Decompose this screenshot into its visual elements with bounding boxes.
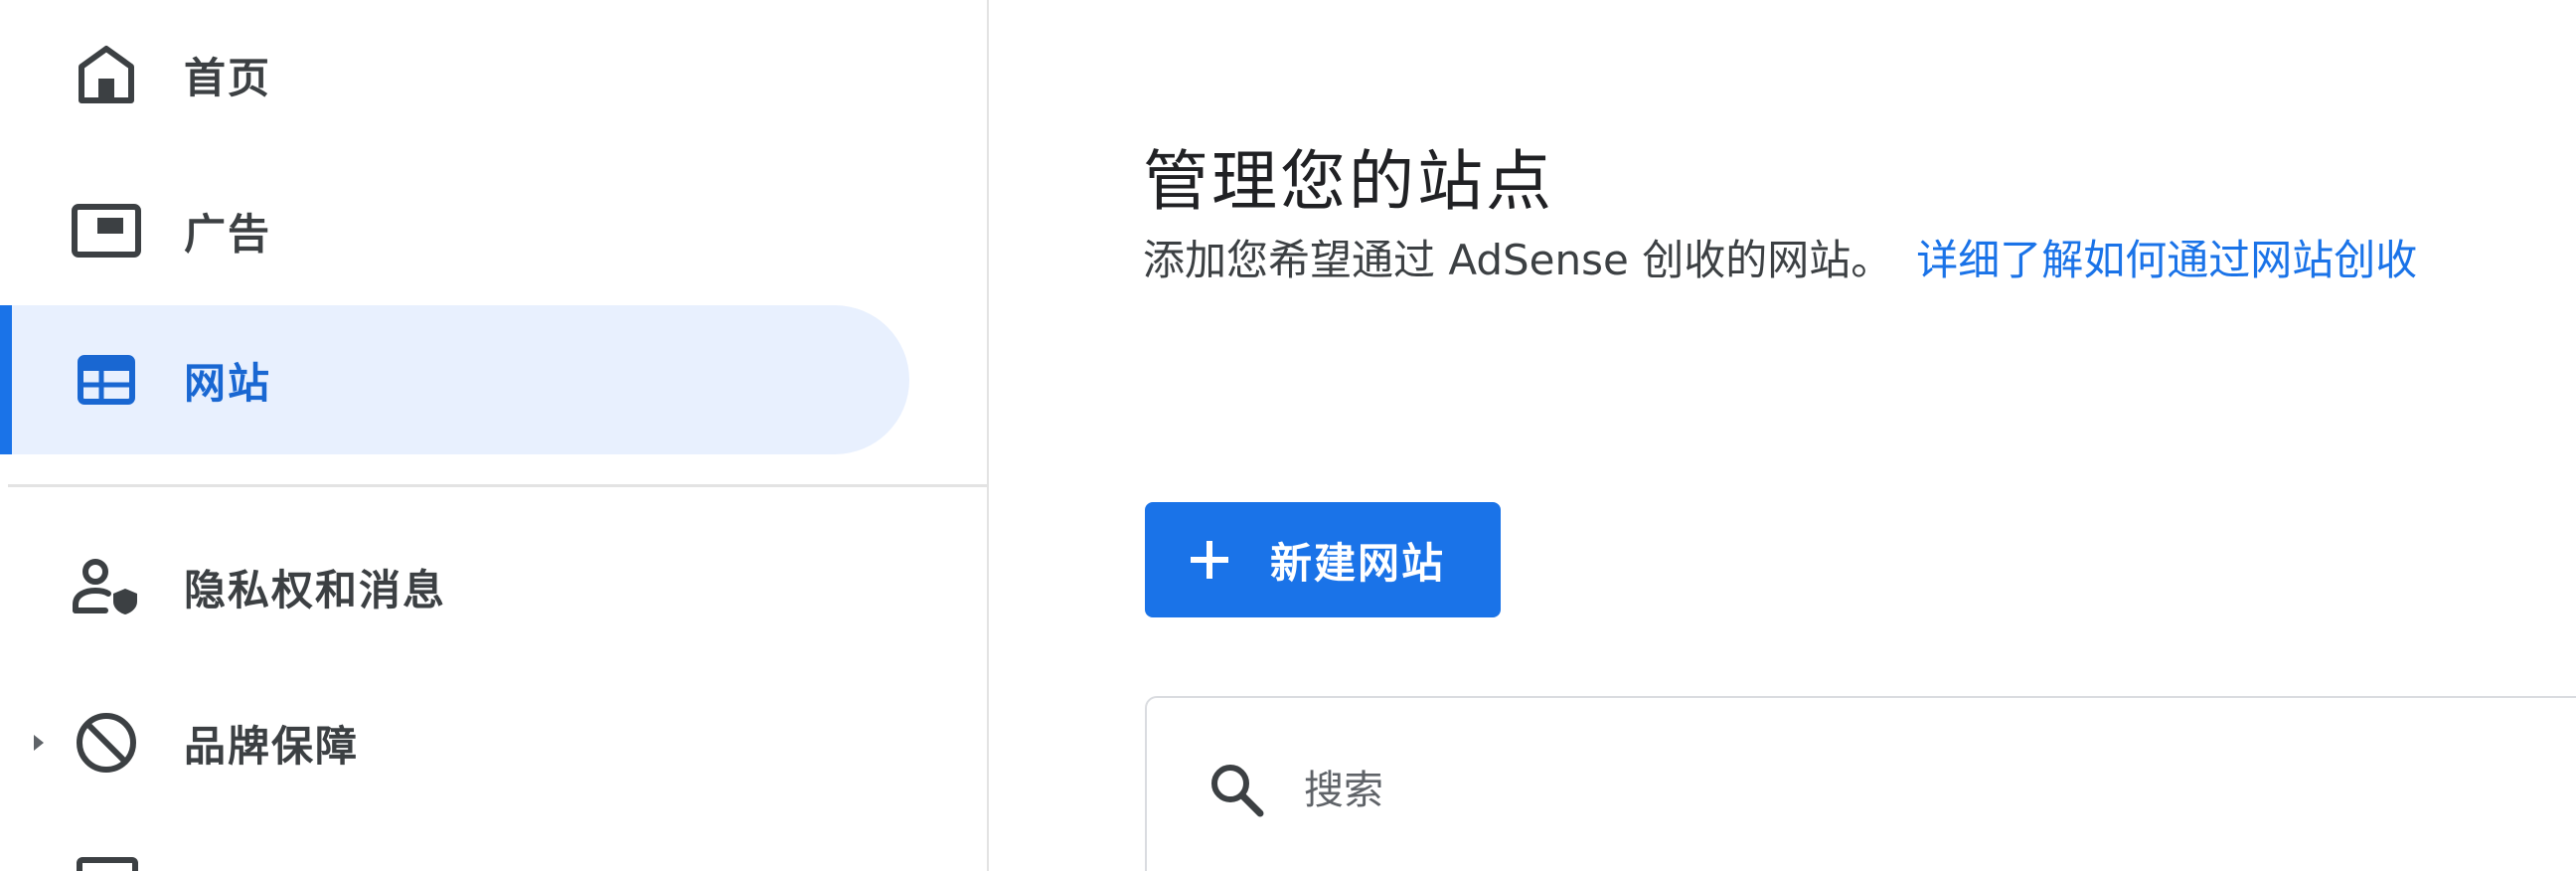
sidebar-item-label: 隐私权和消息 — [184, 565, 447, 614]
sidebar-item-ads[interactable]: 广告 — [0, 156, 909, 305]
new-site-button-label: 新建网站 — [1270, 538, 1446, 588]
sidebar-item-label: 广告 — [184, 209, 272, 259]
sidebar-item-sites[interactable]: 网站 — [0, 305, 909, 454]
sidebar-divider — [8, 484, 989, 487]
search-input[interactable] — [1302, 750, 2498, 831]
sidebar-item-home[interactable]: 首页 — [0, 0, 909, 149]
search-card — [1145, 696, 2576, 871]
new-site-button[interactable]: 新建网站 — [1145, 502, 1501, 617]
page-title: 管理您的站点 — [1143, 143, 1554, 221]
privacy-messaging-icon — [72, 552, 141, 621]
home-icon — [72, 40, 141, 109]
sidebar-item-label: 网站 — [184, 358, 272, 408]
page-description: 添加您希望通过 AdSense 创收的网站。 详细了解如何通过网站创收 — [1143, 227, 2417, 287]
learn-more-link[interactable]: 详细了解如何通过网站创收 — [1916, 236, 2417, 284]
plus-icon — [1191, 541, 1228, 579]
search-icon — [1211, 765, 1264, 817]
sites-icon — [72, 345, 141, 415]
description-text: 添加您希望通过 AdSense 创收的网站。 — [1143, 236, 1893, 284]
sidebar-item-label: 首页 — [184, 53, 272, 102]
next-item-icon — [77, 857, 138, 871]
sidebar-item-privacy-messaging[interactable]: 隐私权和消息 — [0, 512, 909, 661]
block-icon — [72, 708, 141, 778]
adsense-sites-page: 首页 广告 网站 隐私权和消息 品牌保障 管理您的站点 添加您希望通过 AdSe… — [0, 0, 2576, 871]
sidebar-nav: 首页 广告 网站 隐私权和消息 品牌保障 — [0, 0, 989, 871]
sidebar-item-brand-safety[interactable]: 品牌保障 — [0, 668, 909, 817]
sidebar-item-label: 品牌保障 — [184, 721, 360, 771]
ads-icon — [72, 196, 141, 265]
